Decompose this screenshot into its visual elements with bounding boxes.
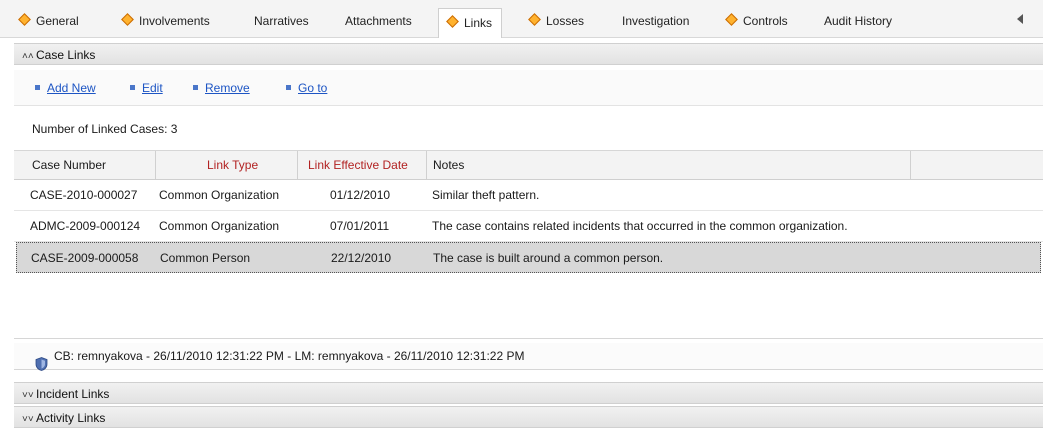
column-notes[interactable]: Notes [427,151,911,179]
cell-link-type: Common Organization [159,188,280,202]
tab-general[interactable]: General [18,9,79,33]
table-row-selected[interactable]: CASE-2009-000058 Common Person 22/12/201… [16,242,1041,273]
cell-link-date: 01/12/2010 [330,188,391,202]
tab-narratives[interactable]: Narratives [254,9,309,33]
required-marker-icon [18,13,31,26]
remove-link[interactable]: Remove [193,81,250,95]
edit-link[interactable]: Edit [130,81,163,95]
table-row[interactable]: ADMC-2009-000124 Common Organization 07/… [14,211,1043,242]
case-links-header[interactable]: ˄˄ Case Links [14,43,1043,65]
add-new-link[interactable]: Add New [35,81,96,95]
case-links-grid: Case Number Link Type Link Effective Dat… [14,150,1043,339]
column-filler [911,151,1043,179]
column-case-number[interactable]: Case Number [14,151,156,179]
cell-link-type: Common Person [160,251,251,265]
tab-losses[interactable]: Losses [528,9,584,33]
required-marker-icon [446,15,459,28]
tab-bar: General Involvements Narratives Attachme… [0,0,1043,38]
bullet-icon [193,85,198,90]
grid-header: Case Number Link Type Link Effective Dat… [14,151,1043,180]
incident-links-header[interactable]: ˅˅ Incident Links [14,382,1043,404]
cell-case-number: CASE-2010-000027 [30,188,138,202]
tab-scroll-left-icon[interactable] [1017,14,1023,24]
cell-link-type: Common Organization [159,219,280,233]
tab-attachments[interactable]: Attachments [345,9,412,33]
bullet-icon [286,85,291,90]
audit-text: CB: remnyakova - 26/11/2010 12:31:22 PM … [54,349,525,363]
tab-audit-history[interactable]: Audit History [824,9,892,33]
audit-info-bar: CB: remnyakova - 26/11/2010 12:31:22 PM … [14,343,1043,371]
linked-cases-count: Number of Linked Cases: 3 [32,122,178,136]
collapse-chevron-icon: ˄˄ [22,51,34,62]
expand-chevron-icon: ˅˅ [22,414,34,425]
tab-controls[interactable]: Controls [725,9,788,33]
cell-case-number: CASE-2009-000058 [31,251,139,265]
cell-case-number: ADMC-2009-000124 [30,219,141,233]
activity-links-header[interactable]: ˅˅ Activity Links [14,406,1043,428]
cell-notes: The case is built around a common person… [433,251,664,265]
bullet-icon [130,85,135,90]
tab-links[interactable]: Links [438,8,503,38]
expand-chevron-icon: ˅˅ [22,390,34,401]
cell-notes: Similar theft pattern. [432,188,540,202]
tab-investigation[interactable]: Investigation [622,9,689,33]
cell-link-date: 22/12/2010 [331,251,392,265]
tab-involvements[interactable]: Involvements [121,9,210,33]
required-marker-icon [121,13,134,26]
table-row[interactable]: CASE-2010-000027 Common Organization 01/… [14,180,1043,211]
column-link-type[interactable]: Link Type [156,151,298,179]
shield-icon [35,357,48,371]
bullet-icon [35,85,40,90]
column-link-effective-date[interactable]: Link Effective Date [298,151,427,179]
required-marker-icon [528,13,541,26]
required-marker-icon [725,13,738,26]
case-links-toolbar: Add New Edit Remove Go to [14,70,1043,106]
cell-notes: The case contains related incidents that… [432,219,848,233]
go-to-link[interactable]: Go to [286,81,327,95]
cell-link-date: 07/01/2011 [330,219,390,233]
